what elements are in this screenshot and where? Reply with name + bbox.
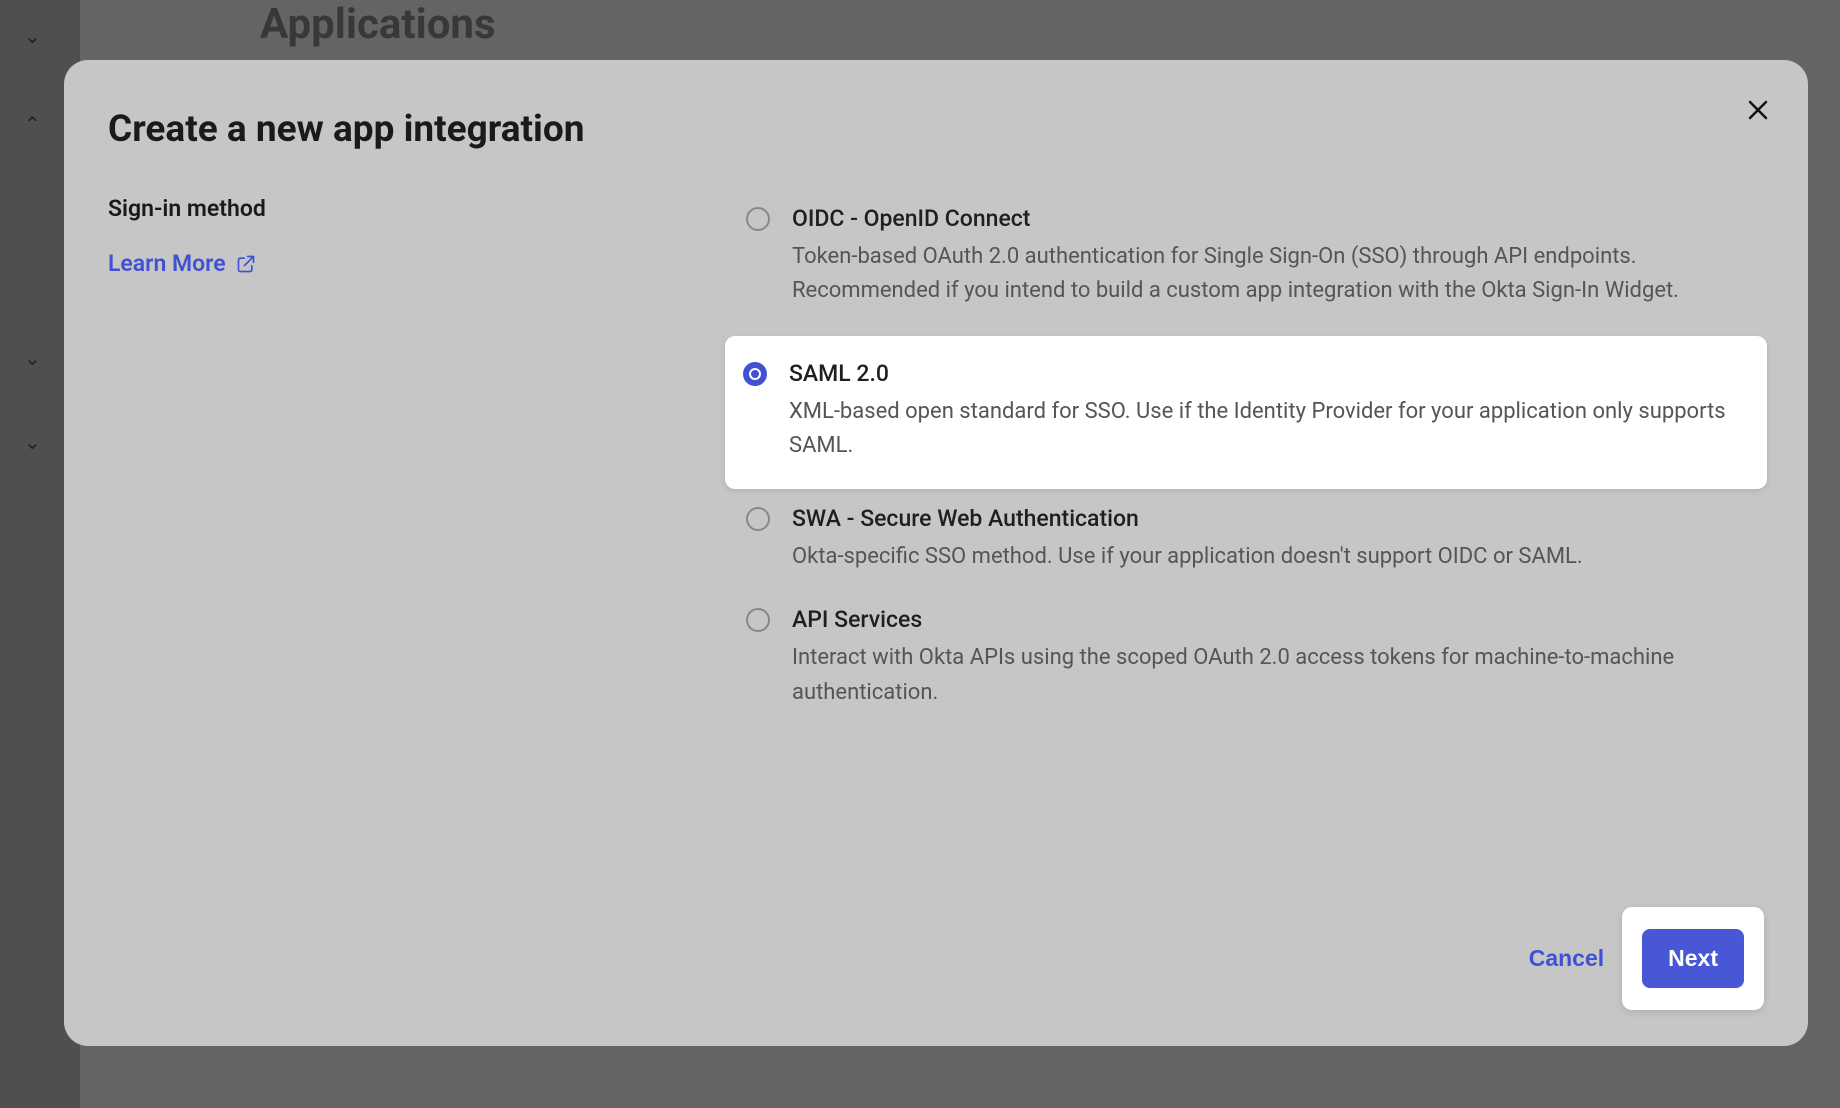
external-link-icon xyxy=(236,254,256,274)
radio-option-saml[interactable]: SAML 2.0 XML-based open standard for SSO… xyxy=(725,336,1767,489)
close-icon xyxy=(1746,98,1770,122)
radio-title: SAML 2.0 xyxy=(789,360,1749,387)
radio-title: API Services xyxy=(792,606,1746,633)
modal-left-column: Sign-in method Learn More xyxy=(108,195,728,877)
create-app-modal: Create a new app integration Sign-in met… xyxy=(64,60,1808,1046)
next-button[interactable]: Next xyxy=(1642,929,1744,988)
close-button[interactable] xyxy=(1740,92,1776,128)
radio-description: Interact with Okta APIs using the scoped… xyxy=(792,641,1746,709)
radio-description: XML-based open standard for SSO. Use if … xyxy=(789,395,1749,463)
radio-description: Token-based OAuth 2.0 authentication for… xyxy=(792,240,1746,308)
radio-description: Okta-specific SSO method. Use if your ap… xyxy=(792,540,1746,574)
radio-option-swa[interactable]: SWA - Secure Web Authentication Okta-spe… xyxy=(728,495,1764,596)
modal-body: Sign-in method Learn More OIDC - OpenID … xyxy=(108,195,1764,877)
radio-content: OIDC - OpenID Connect Token-based OAuth … xyxy=(792,205,1746,308)
radio-icon xyxy=(746,207,770,231)
radio-content: SWA - Secure Web Authentication Okta-spe… xyxy=(792,505,1746,574)
section-label: Sign-in method xyxy=(108,195,728,222)
radio-content: SAML 2.0 XML-based open standard for SSO… xyxy=(789,360,1749,463)
footer-highlight-box: Next xyxy=(1622,907,1764,1010)
radio-option-oidc[interactable]: OIDC - OpenID Connect Token-based OAuth … xyxy=(728,195,1764,330)
learn-more-link[interactable]: Learn More xyxy=(108,250,256,277)
radio-icon xyxy=(746,507,770,531)
learn-more-label: Learn More xyxy=(108,250,226,277)
modal-right-column: OIDC - OpenID Connect Token-based OAuth … xyxy=(728,195,1764,877)
radio-option-api-services[interactable]: API Services Interact with Okta APIs usi… xyxy=(728,596,1764,731)
radio-title: SWA - Secure Web Authentication xyxy=(792,505,1746,532)
radio-title: OIDC - OpenID Connect xyxy=(792,205,1746,232)
radio-icon xyxy=(746,608,770,632)
radio-content: API Services Interact with Okta APIs usi… xyxy=(792,606,1746,709)
cancel-button[interactable]: Cancel xyxy=(1529,945,1604,972)
modal-footer: Cancel Next xyxy=(108,907,1764,1010)
modal-title: Create a new app integration xyxy=(108,108,1764,151)
radio-icon xyxy=(743,362,767,386)
